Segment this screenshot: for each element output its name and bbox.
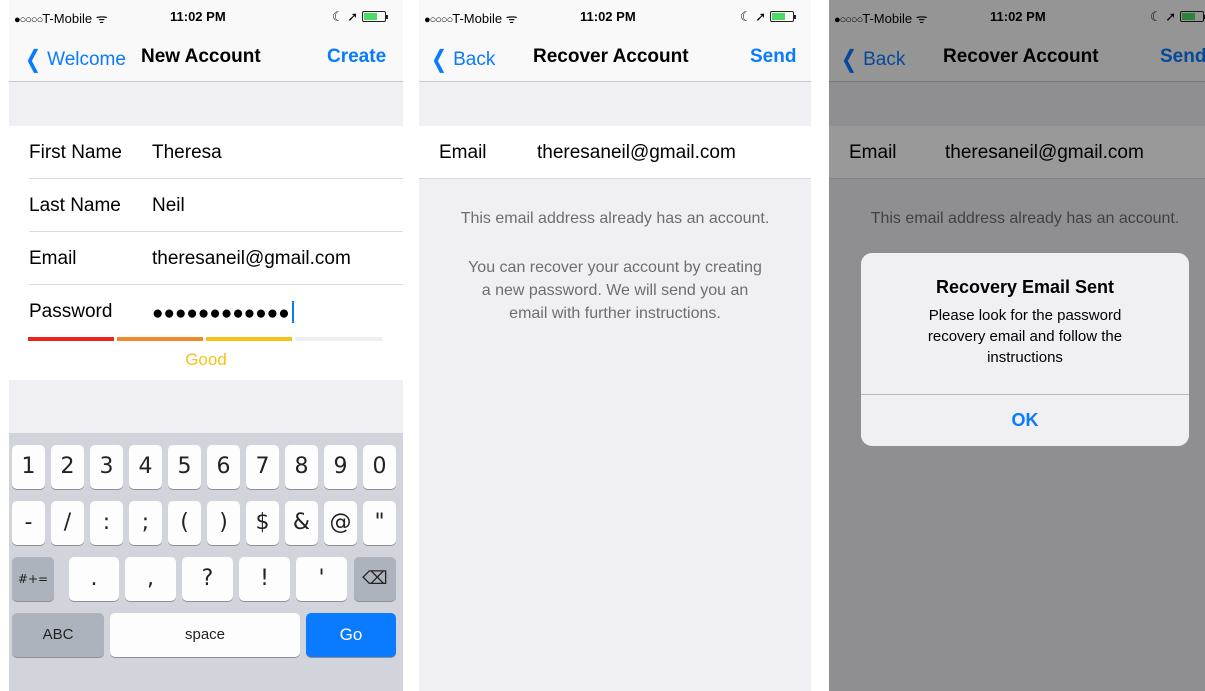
email-field[interactable]: theresaneil@gmail.com xyxy=(537,142,736,164)
last-name-row[interactable]: Last Name Neil xyxy=(9,179,403,232)
key-open-paren[interactable]: ( xyxy=(168,501,201,545)
recovery-instructions: You can recover your account by creating… xyxy=(419,256,811,325)
key-ampersand[interactable]: & xyxy=(285,501,318,545)
key-exclamation[interactable]: ! xyxy=(239,557,290,601)
key-dollar[interactable]: $ xyxy=(246,501,279,545)
wifi-icon: ᯤ xyxy=(95,11,108,26)
alert-message-line: recovery email and follow the xyxy=(927,328,1123,345)
moon-location-icon: ☾ ➚ xyxy=(740,9,767,24)
email-label: Email xyxy=(29,248,77,269)
key-colon[interactable]: : xyxy=(90,501,123,545)
key-4[interactable]: 4 xyxy=(129,445,162,489)
nav-bar: ❮ Welcome New Account Create xyxy=(9,34,403,82)
alert-message-line: Please look for the password xyxy=(928,307,1122,324)
key-6[interactable]: 6 xyxy=(207,445,240,489)
status-right-icons: ☾ ➚ xyxy=(332,9,389,25)
key-quote[interactable]: " xyxy=(363,501,396,545)
email-row[interactable]: Email theresaneil@gmail.com xyxy=(419,126,811,179)
page-title: Recover Account xyxy=(533,46,689,67)
status-bar: ●○○○○T-Mobile ᯤ 11:02 PM ☾ ➚ xyxy=(9,0,403,34)
nav-bar: ❮ Back Recover Account Send xyxy=(419,34,811,82)
last-name-label: Last Name xyxy=(29,195,121,216)
carrier-info: ●○○○○T-Mobile ᯤ xyxy=(424,9,518,27)
key-hyphen[interactable]: - xyxy=(12,501,45,545)
email-row[interactable]: Email theresaneil@gmail.com xyxy=(9,232,403,285)
instruction-line: You can recover your account by creating xyxy=(468,259,762,276)
carrier-name: T-Mobile xyxy=(452,11,503,26)
key-apostrophe[interactable]: ' xyxy=(296,557,347,601)
account-exists-message: This email address already has an accoun… xyxy=(460,210,770,227)
status-right-icons: ☾ ➚ xyxy=(740,9,797,25)
instruction-line: email with further instructions. xyxy=(509,305,721,322)
status-time: 11:02 PM xyxy=(170,9,226,24)
recovery-sent-screen: ●○○○○T-Mobile ᯤ 11:02 PM ☾ ➚ ❮ Back Recov… xyxy=(829,0,1205,691)
chevron-left-icon: ❮ xyxy=(25,46,42,73)
key-semicolon[interactable]: ; xyxy=(129,501,162,545)
password-dots: ●●●●●●●●●●●● xyxy=(152,303,290,324)
back-button[interactable]: ❮ Back xyxy=(429,45,495,74)
key-at[interactable]: @ xyxy=(324,501,357,545)
strength-label: Good xyxy=(185,350,227,369)
chevron-left-icon: ❮ xyxy=(431,46,448,73)
numeric-keyboard: 1 2 3 4 5 6 7 8 9 0 - / : ; ( ) $ & @ " … xyxy=(9,433,403,691)
battery-icon xyxy=(770,11,797,22)
back-label: Welcome xyxy=(47,49,126,70)
first-name-row[interactable]: First Name Theresa xyxy=(9,126,403,179)
password-strength-meter xyxy=(28,337,382,341)
email-field[interactable]: theresaneil@gmail.com xyxy=(152,248,351,270)
key-close-paren[interactable]: ) xyxy=(207,501,240,545)
first-name-label: First Name xyxy=(29,142,122,163)
instruction-line: a new password. We will send you an xyxy=(481,282,749,299)
recover-account-screen: ●○○○○T-Mobile ᯤ 11:02 PM ☾ ➚ ❮ Back Recov… xyxy=(419,0,811,691)
last-name-field[interactable]: Neil xyxy=(152,195,185,217)
strength-segment-4 xyxy=(295,337,382,341)
key-5[interactable]: 5 xyxy=(168,445,201,489)
text-caret xyxy=(291,301,294,323)
delete-icon[interactable]: ⌫ xyxy=(354,557,396,601)
alert-title: Recovery Email Sent xyxy=(935,277,1115,297)
key-9[interactable]: 9 xyxy=(324,445,357,489)
carrier-info: ●○○○○T-Mobile ᯤ xyxy=(14,9,108,27)
key-more-symbols[interactable]: #+= xyxy=(12,557,54,601)
page-title: New Account xyxy=(141,46,261,67)
email-label: Email xyxy=(439,142,487,163)
wifi-icon: ᯤ xyxy=(505,11,518,26)
alert-message-line: instructions xyxy=(987,349,1063,366)
key-slash[interactable]: / xyxy=(51,501,84,545)
key-comma[interactable]: , xyxy=(125,557,176,601)
back-button[interactable]: ❮ Welcome xyxy=(23,45,126,74)
first-name-field[interactable]: Theresa xyxy=(152,142,222,164)
key-7[interactable]: 7 xyxy=(246,445,279,489)
signal-dots-icon: ●○○○○ xyxy=(424,14,453,26)
strength-segment-1 xyxy=(28,337,114,341)
back-label: Back xyxy=(453,49,496,70)
recovery-alert-dialog: Recovery Email Sent Please look for the … xyxy=(861,253,1189,446)
moon-location-icon: ☾ ➚ xyxy=(332,9,359,24)
key-question[interactable]: ? xyxy=(182,557,233,601)
status-time: 11:02 PM xyxy=(580,9,636,24)
key-period[interactable]: . xyxy=(69,557,119,601)
key-abc[interactable]: ABC xyxy=(12,613,104,657)
key-0[interactable]: 0 xyxy=(363,445,396,489)
battery-icon xyxy=(362,11,389,22)
key-go[interactable]: Go xyxy=(306,613,396,657)
key-1[interactable]: 1 xyxy=(12,445,45,489)
alert-message: Please look for the password recovery em… xyxy=(891,305,1159,368)
signal-dots-icon: ●○○○○ xyxy=(14,14,43,26)
key-3[interactable]: 3 xyxy=(90,445,123,489)
key-2[interactable]: 2 xyxy=(51,445,84,489)
status-bar: ●○○○○T-Mobile ᯤ 11:02 PM ☾ ➚ xyxy=(419,0,811,34)
carrier-name: T-Mobile xyxy=(42,11,93,26)
send-button[interactable]: Send xyxy=(750,46,796,68)
key-space[interactable]: space xyxy=(110,613,300,657)
key-8[interactable]: 8 xyxy=(285,445,318,489)
strength-segment-2 xyxy=(117,337,203,341)
password-label: Password xyxy=(29,301,113,322)
new-account-screen: ●○○○○T-Mobile ᯤ 11:02 PM ☾ ➚ ❮ Welcome Ne… xyxy=(9,0,403,691)
create-button[interactable]: Create xyxy=(327,46,386,68)
password-field[interactable]: ●●●●●●●●●●●● xyxy=(152,301,294,325)
strength-segment-3 xyxy=(206,337,292,341)
ok-button[interactable]: OK xyxy=(861,395,1189,446)
